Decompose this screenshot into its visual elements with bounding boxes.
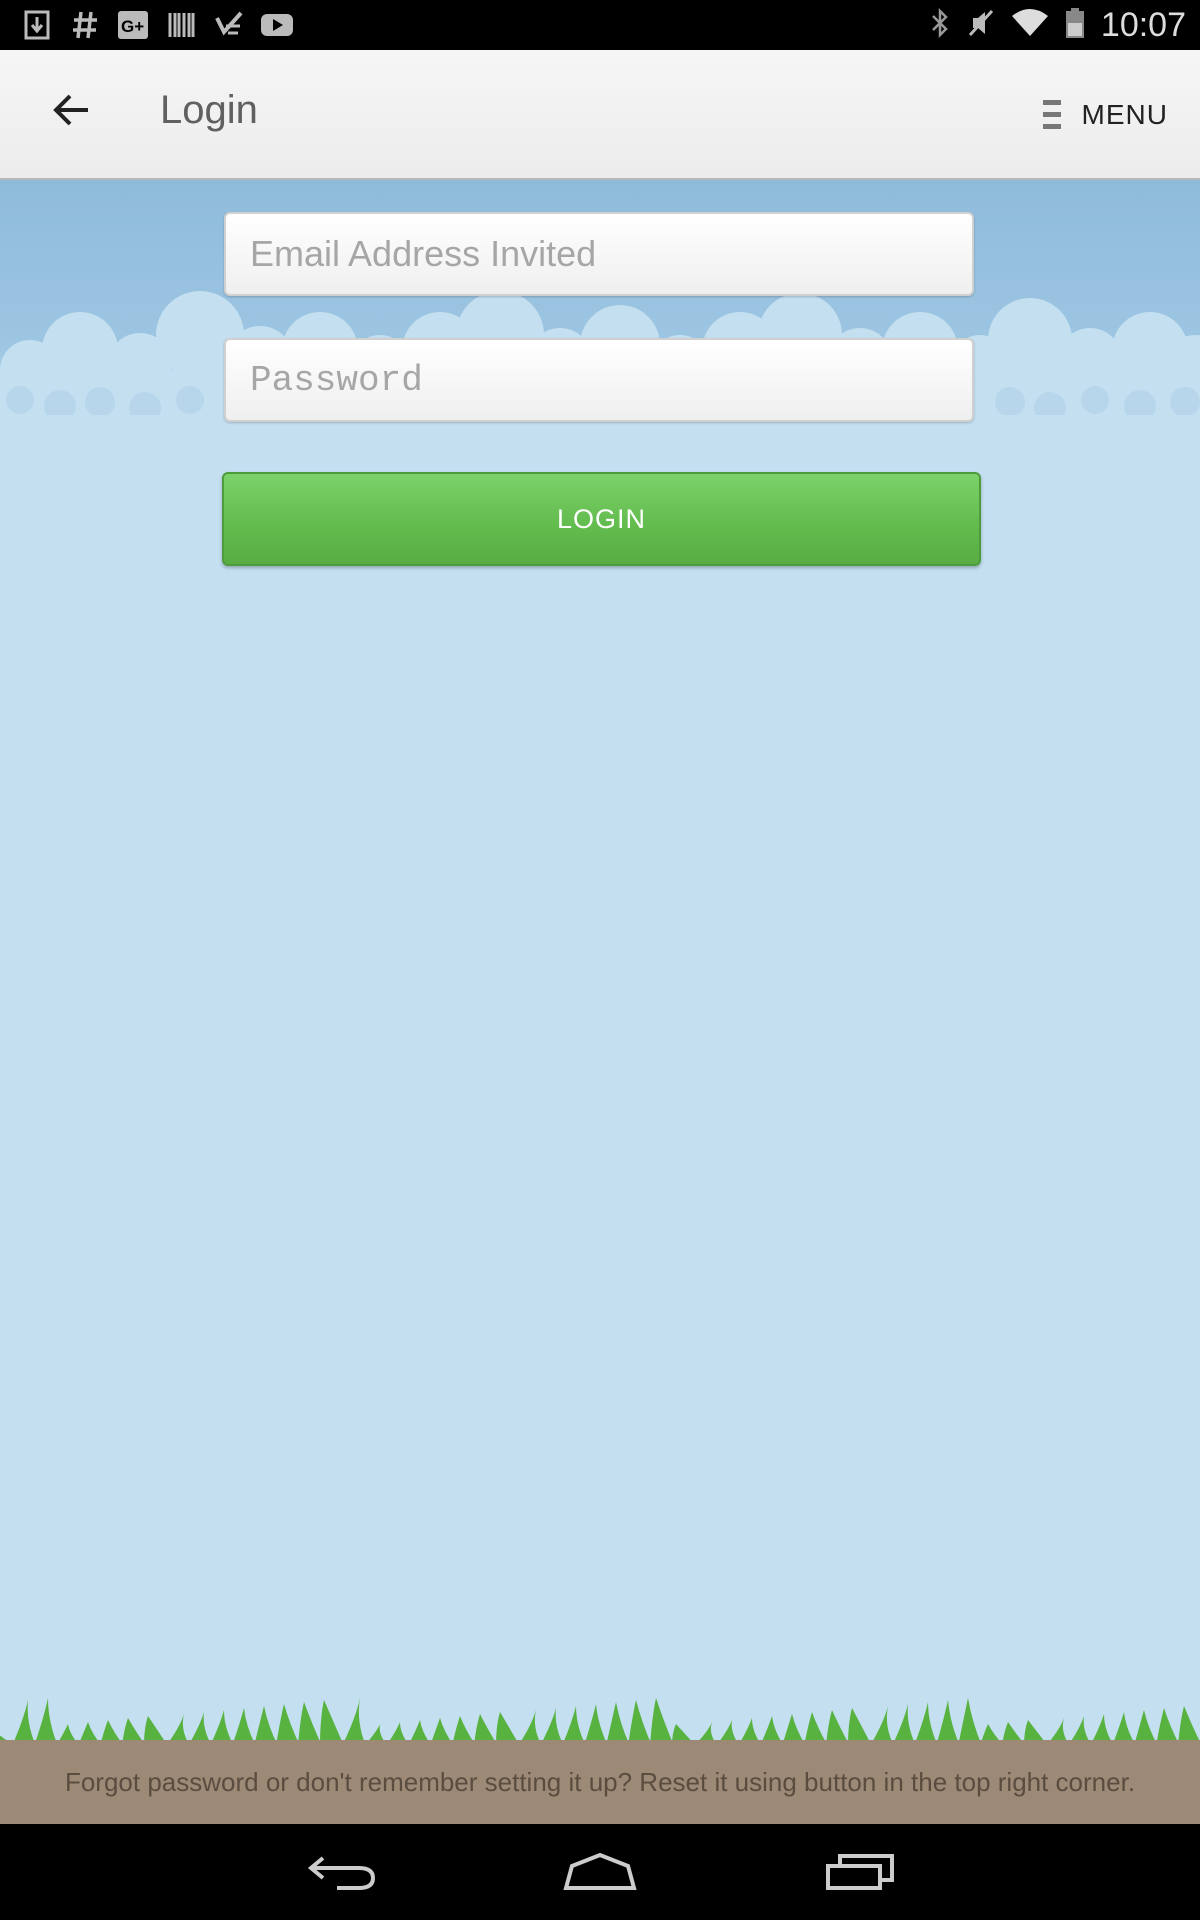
notification-icons: G+	[20, 8, 294, 42]
email-field[interactable]	[224, 212, 974, 296]
wifi-icon	[1011, 8, 1049, 42]
login-button[interactable]: LOGIN	[222, 472, 981, 566]
forgot-password-hint: Forgot password or don't remember settin…	[64, 1766, 1136, 1797]
menu-icon	[1042, 100, 1061, 129]
system-icons: 10:07	[929, 0, 1186, 50]
footer: Forgot password or don't remember settin…	[0, 1740, 1200, 1824]
youtube-icon	[260, 8, 294, 42]
download-icon	[20, 8, 54, 42]
navigation-bar	[0, 1824, 1200, 1920]
password-field[interactable]	[224, 338, 974, 422]
nav-recents-icon	[826, 1854, 894, 1890]
barcode-icon	[164, 8, 198, 42]
nav-home-icon	[563, 1852, 637, 1890]
back-button[interactable]	[42, 80, 102, 140]
nav-back-button[interactable]	[288, 1838, 398, 1906]
hashtag-icon	[68, 8, 102, 42]
menu-label: MENU	[1081, 99, 1168, 130]
nav-recents-button[interactable]	[805, 1838, 915, 1906]
mute-icon	[967, 7, 995, 43]
status-bar: G+ 10:07	[0, 0, 1200, 50]
arrow-left-icon	[53, 94, 88, 126]
google-plus-icon: G+	[116, 8, 150, 42]
nav-home-button[interactable]	[545, 1838, 655, 1906]
bluetooth-icon	[929, 7, 951, 43]
nav-back-icon	[307, 1856, 376, 1890]
svg-text:G+: G+	[121, 17, 144, 36]
status-time: 10:07	[1100, 5, 1186, 44]
app-bar: Login MENU	[0, 50, 1200, 180]
login-content: LOGIN Forgot password or don't remember …	[0, 180, 1200, 1824]
check-app-icon	[212, 8, 246, 42]
battery-icon	[1065, 7, 1085, 43]
menu-button[interactable]: MENU	[1042, 90, 1168, 140]
page-title: Login	[160, 88, 258, 132]
